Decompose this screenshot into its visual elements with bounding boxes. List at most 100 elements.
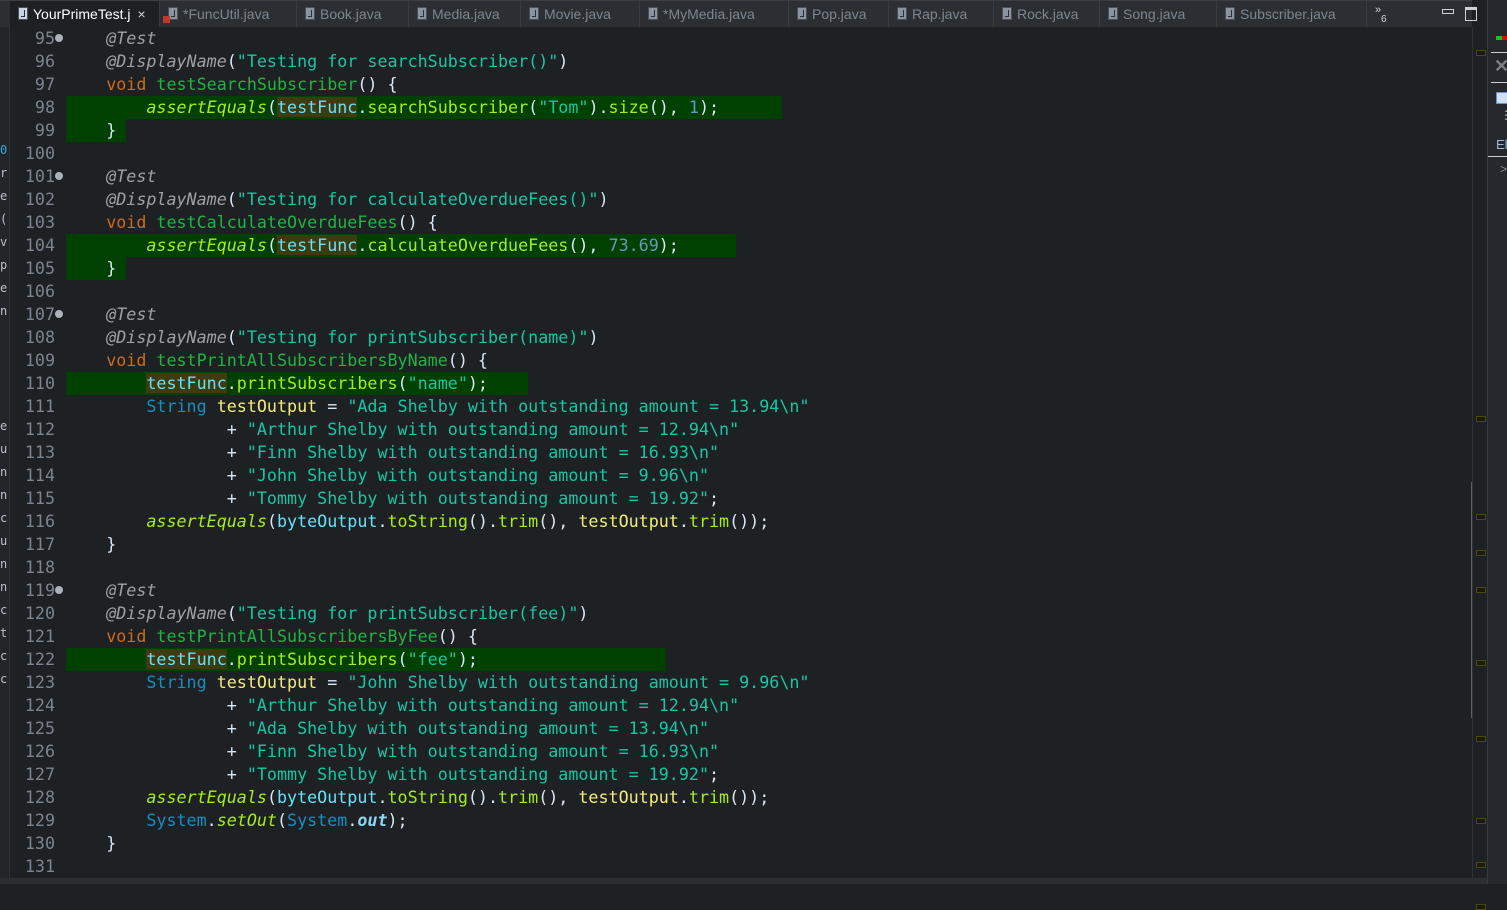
collapse-all-icon[interactable] [1496, 92, 1507, 104]
code-line[interactable]: 107 @Test [10, 303, 1470, 326]
code-line[interactable]: 123 String testOutput = "John Shelby wit… [10, 671, 1470, 694]
occurrence-marker[interactable] [1476, 514, 1486, 520]
code-text: void testPrintAllSubscribersByName() { [66, 349, 488, 372]
occurrence-marker[interactable] [1476, 862, 1486, 868]
code-line[interactable]: 120 @DisplayName("Testing for printSubsc… [10, 602, 1470, 625]
code-token: ( [397, 373, 408, 393]
tab-movie-java[interactable]: Movie.java [521, 1, 640, 28]
code-line[interactable]: 104 assertEquals(testFunc.calculateOverd… [10, 234, 1470, 257]
code-line[interactable]: 112 + "Arthur Shelby with outstanding am… [10, 418, 1470, 441]
tab-media-java[interactable]: Media.java [409, 1, 521, 28]
overview-ruler[interactable] [1472, 27, 1487, 910]
code-line[interactable]: 110 testFunc.printSubscribers("name"); [10, 372, 1470, 395]
code-line[interactable]: 97 void testSearchSubscriber() { [10, 73, 1470, 96]
code-line[interactable]: 121 void testPrintAllSubscribersByFee() … [10, 625, 1470, 648]
code-token: ; [709, 488, 720, 508]
code-line[interactable]: 118 [10, 556, 1470, 579]
minimize-icon[interactable] [1442, 9, 1454, 14]
code-line[interactable]: 108 @DisplayName("Testing for printSubsc… [10, 326, 1470, 349]
code-line[interactable]: 99 } [10, 119, 1470, 142]
code-line[interactable]: 95 @Test [10, 27, 1470, 50]
code-line[interactable]: 128 assertEquals(byteOutput.toString().t… [10, 786, 1470, 809]
code-line[interactable]: 96 @DisplayName("Testing for searchSubsc… [10, 50, 1470, 73]
code-line[interactable]: 117 } [10, 533, 1470, 556]
code-token: . [377, 511, 388, 531]
tab-rap-java[interactable]: Rap.java [889, 1, 994, 28]
scrollbar-thumb[interactable] [1471, 482, 1472, 718]
code-line[interactable]: 115 + "Tommy Shelby with outstanding amo… [10, 487, 1470, 510]
code-token: assertEquals [146, 97, 267, 117]
code-token: ) [578, 603, 589, 623]
occurrence-marker[interactable] [1476, 416, 1486, 422]
occurrence-marker[interactable] [1476, 818, 1486, 824]
line-number: 117 [24, 534, 55, 554]
code-text: @DisplayName("Testing for printSubscribe… [66, 326, 598, 349]
code-token: . [347, 810, 358, 830]
code-line[interactable]: 100 [10, 142, 1470, 165]
code-token: () { [437, 626, 478, 646]
code-line[interactable]: 126 + "Finn Shelby with outstanding amou… [10, 740, 1470, 763]
maximize-icon[interactable] [1465, 7, 1477, 21]
code-line[interactable]: 102 @DisplayName("Testing for calculateO… [10, 188, 1470, 211]
left-strip-char: ( [0, 212, 8, 226]
fold-toggle-icon[interactable] [55, 34, 63, 42]
code-editor[interactable]: 95 @Test 96 @DisplayName("Testing for sea… [10, 27, 1472, 878]
code-line[interactable]: 114 + "John Shelby with outstanding amou… [10, 464, 1470, 487]
tab-yourprimetest-j[interactable]: YourPrimeTest.j × [10, 1, 160, 28]
code-line[interactable]: 130 } [10, 832, 1470, 855]
code-line[interactable]: 109 void testPrintAllSubscribersByName()… [10, 349, 1470, 372]
code-token: @DisplayName [106, 51, 227, 71]
code-line[interactable]: 125 + "Ada Shelby with outstanding amoun… [10, 717, 1470, 740]
tab-pop-java[interactable]: Pop.java [789, 1, 889, 28]
code-line[interactable]: 101 @Test [10, 165, 1470, 188]
code-line[interactable]: 131 [10, 855, 1470, 878]
fold-toggle-icon[interactable] [55, 310, 63, 318]
code-token: ( [226, 51, 237, 71]
code-line[interactable]: 127 + "Tommy Shelby with outstanding amo… [10, 763, 1470, 786]
editor-tab-bar: » 6 YourPrimeTest.j × *FuncUtil.java Book.j… [0, 0, 1477, 28]
occurrence-marker[interactable] [1476, 736, 1486, 742]
close-icon[interactable]: ✕ [1494, 56, 1507, 77]
occurrence-marker[interactable] [1476, 50, 1486, 56]
code-text: } [66, 257, 116, 280]
tab-overflow-button[interactable]: » 6 [1375, 5, 1387, 25]
code-line[interactable]: 106 [10, 280, 1470, 303]
code-line[interactable]: 98 assertEquals(testFunc.searchSubscribe… [10, 96, 1470, 119]
occurrence-marker[interactable] [1476, 660, 1486, 666]
code-line[interactable]: 129 System.setOut(System.out); [10, 809, 1470, 832]
horizontal-scrollbar[interactable] [0, 878, 1487, 884]
view-menu-icon[interactable]: ⋮ [1500, 109, 1507, 121]
code-line[interactable]: 111 String testOutput = "Ada Shelby with… [10, 395, 1470, 418]
code-line[interactable]: 124 + "Arthur Shelby with outstanding am… [10, 694, 1470, 717]
line-number: 123 [24, 672, 55, 692]
code-line[interactable]: 122 testFunc.printSubscribers("fee"); [10, 648, 1470, 671]
tab-subscriber-java[interactable]: Subscriber.java [1217, 1, 1367, 28]
code-line[interactable]: 105 } [10, 257, 1470, 280]
code-line[interactable]: 103 void testCalculateOverdueFees() { [10, 211, 1470, 234]
fold-toggle-icon[interactable] [55, 172, 63, 180]
code-line[interactable]: 113 + "Finn Shelby with outstanding amou… [10, 441, 1470, 464]
close-tab-icon[interactable]: × [138, 6, 146, 22]
code-text: @Test [66, 579, 156, 602]
tab-song-java[interactable]: Song.java [1100, 1, 1217, 28]
code-line[interactable]: 119 @Test [10, 579, 1470, 602]
code-token: ( [266, 97, 277, 117]
code-token: . [377, 787, 388, 807]
occurrence-marker[interactable] [1476, 587, 1486, 593]
tab-book-java[interactable]: Book.java [297, 1, 409, 28]
tab-funcutil-java[interactable]: *FuncUtil.java [160, 1, 297, 28]
tab-mymedia-java[interactable]: *MyMedia.java [640, 1, 789, 28]
occurrence-marker[interactable] [1476, 904, 1486, 910]
line-number: 105 [24, 258, 55, 278]
tab-rock-java[interactable]: Rock.java [994, 1, 1100, 28]
chevron-right-icon[interactable]: > [1500, 162, 1507, 176]
occurrence-marker[interactable] [1476, 550, 1486, 556]
code-line[interactable]: 116 assertEquals(byteOutput.toString().t… [10, 510, 1470, 533]
code-text: @Test [66, 27, 156, 50]
code-text: + "John Shelby with outstanding amount =… [66, 464, 709, 487]
fold-toggle-icon[interactable] [55, 586, 63, 594]
